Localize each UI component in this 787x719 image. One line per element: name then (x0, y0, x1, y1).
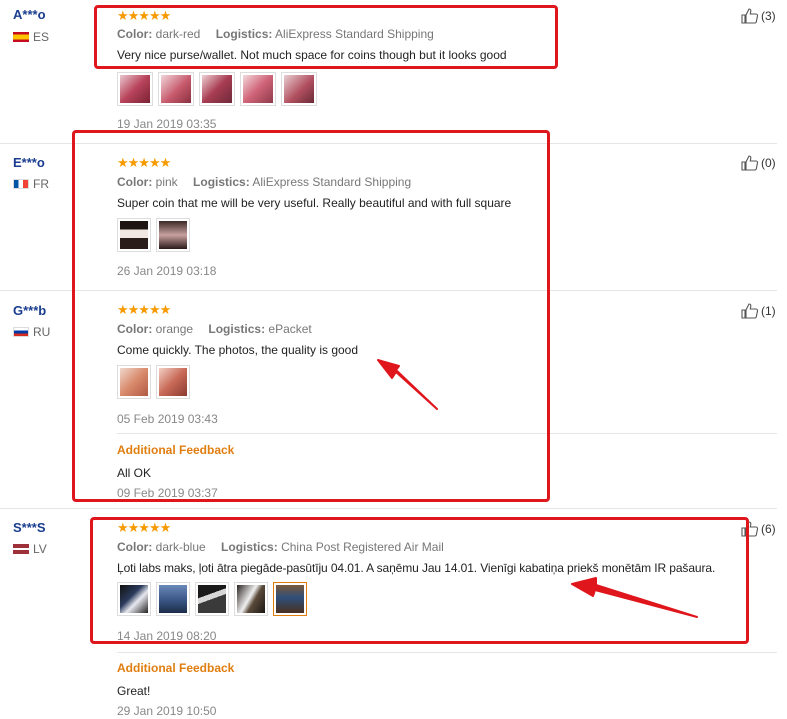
annotation-arrows (377, 359, 698, 618)
annotation-arrow (571, 577, 698, 618)
annotation-arrow (377, 359, 438, 410)
